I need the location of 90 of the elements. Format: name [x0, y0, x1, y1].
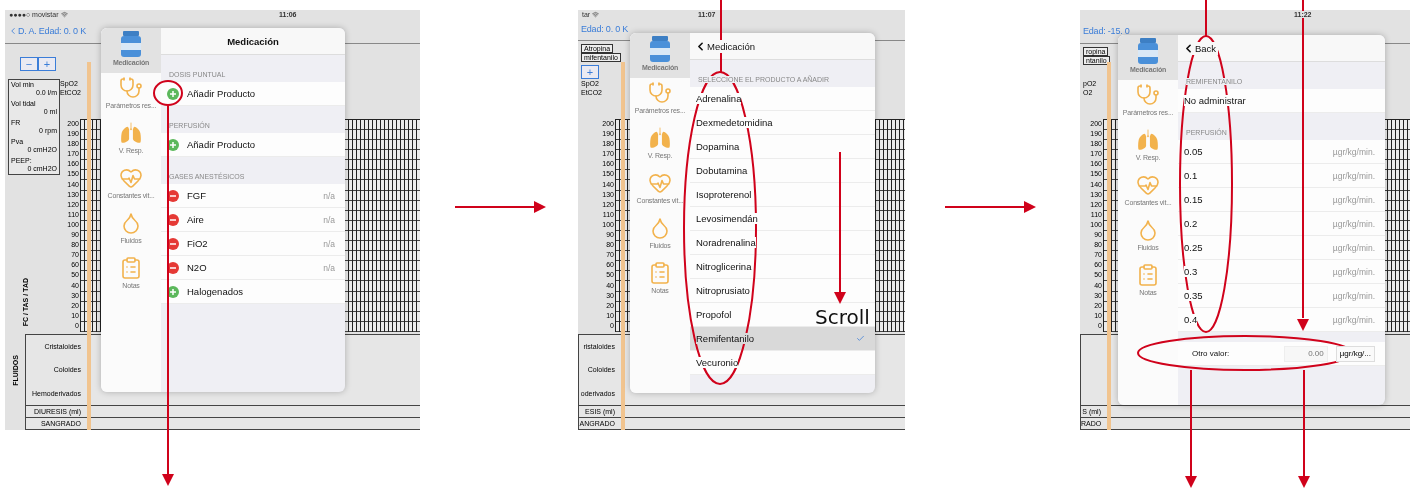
row-label: 0.05 [1184, 146, 1203, 157]
annotation-circle [153, 80, 183, 106]
row-label: Vecuronio [696, 357, 739, 368]
list-row[interactable]: 0.25 µgr/kg/min. [1178, 236, 1385, 260]
list-row[interactable]: Dopamina [690, 135, 875, 159]
unit-button[interactable]: µgr/kg/... [1335, 345, 1375, 362]
heart-pulse-icon [648, 171, 672, 195]
list-row[interactable]: 0.2 µgr/kg/min. [1178, 212, 1385, 236]
row-label: Propofol [696, 309, 732, 320]
row-value: n/a [323, 214, 335, 225]
row-label: Dexmedetomidina [696, 117, 773, 128]
annotation-line [1205, 0, 1207, 37]
list-row[interactable]: Adrenalina [690, 87, 875, 111]
stethoscope-icon [648, 81, 672, 105]
heart-pulse-icon [119, 166, 143, 190]
row-label: Isoproterenol [696, 189, 752, 200]
unit-label: µgr/kg/min. [1332, 314, 1375, 325]
clipboard-icon [1136, 263, 1160, 287]
list-row[interactable]: 0.1 µgr/kg/min. [1178, 164, 1385, 188]
unit-label: µgr/kg/min. [1332, 194, 1375, 205]
row-label: Dobutamina [696, 165, 748, 176]
unit-label: µgr/kg/min. [1332, 170, 1375, 181]
row-label: Aire [187, 214, 204, 225]
list-row[interactable]: Vecuronio [690, 351, 875, 375]
row-label: Levosimendán [696, 213, 758, 224]
stethoscope-icon [119, 76, 143, 100]
row-label: 0.15 [1184, 194, 1203, 205]
row-label: 0.4 [1184, 314, 1198, 325]
row-label: Noradrenalina [696, 237, 756, 248]
row-label: Añadir Producto [187, 88, 256, 99]
row-value: n/a [323, 238, 335, 249]
list-row[interactable]: Noradrenalina [690, 231, 875, 255]
wifi-icon [592, 10, 600, 18]
clipboard-icon [648, 261, 672, 285]
list-row[interactable]: 0.4 µgr/kg/min. [1178, 308, 1385, 332]
list-row[interactable]: Halogenados [161, 280, 345, 304]
unit-label: µgr/kg/min. [1332, 290, 1375, 301]
row-label: 0.25 [1184, 242, 1203, 253]
list-row[interactable]: Añadir Producto [161, 82, 345, 106]
list-row[interactable]: Dobutamina [690, 159, 875, 183]
row-label: Nitroglicerina [696, 261, 752, 272]
unit-label: µgr/kg/min. [1332, 266, 1375, 277]
list-row[interactable]: FGF n/a [161, 184, 345, 208]
input-field[interactable]: 0.00 [1283, 345, 1328, 362]
list-row[interactable]: 0.05 µgr/kg/min. [1178, 140, 1385, 164]
popover-title: Medicación [227, 35, 279, 47]
row-label: 0.2 [1184, 218, 1198, 229]
list-row[interactable]: Dexmedetomidina [690, 111, 875, 135]
unit-label: µgr/kg/min. [1332, 242, 1375, 253]
list-row[interactable]: 0.3 µgr/kg/min. [1178, 260, 1385, 284]
zoom-button[interactable]: − [20, 56, 38, 71]
row-label: FiO2 [187, 238, 208, 249]
row-label: No administrar [1184, 95, 1246, 106]
row-label: Añadir Producto [187, 139, 256, 150]
row-value: n/a [323, 262, 335, 273]
medicine-jar-icon [120, 31, 142, 57]
list-row[interactable]: 0.35 µgr/kg/min. [1178, 284, 1385, 308]
heart-pulse-icon [1136, 173, 1160, 197]
medicine-jar-icon [1137, 38, 1159, 64]
wifi-icon [60, 10, 68, 18]
list-row[interactable]: No administrar [1178, 89, 1385, 113]
list-row[interactable]: Nitroprusiato [690, 279, 875, 303]
clipboard-icon [119, 256, 143, 280]
row-label: 0.1 [1184, 170, 1198, 181]
list-row[interactable]: Aire n/a [161, 208, 345, 232]
row-label: Otro valor: [1192, 349, 1230, 358]
stethoscope-icon [1136, 83, 1160, 107]
list-row[interactable]: Remifentanilo [690, 327, 875, 351]
checkmark-icon [856, 334, 865, 343]
annotation-label: Scroll [815, 305, 870, 329]
row-label: Nitroprusiato [696, 285, 750, 296]
row-label: FGF [187, 190, 206, 201]
row-label: Halogenados [187, 286, 243, 297]
row-value: n/a [323, 190, 335, 201]
list-row[interactable]: Levosimendán [690, 207, 875, 231]
unit-label: µgr/kg/min. [1332, 146, 1375, 157]
row-label: Remifentanilo [696, 333, 755, 344]
row-label: Dopamina [696, 141, 740, 152]
row-label: 0.35 [1184, 290, 1203, 301]
list-row[interactable]: Isoproterenol [690, 183, 875, 207]
list-row[interactable]: FiO2 n/a [161, 232, 345, 256]
medicine-jar-icon [649, 36, 671, 62]
list-row[interactable]: Añadir Producto [161, 133, 345, 157]
list-row[interactable]: N2O n/a [161, 256, 345, 280]
row-label: Adrenalina [696, 93, 742, 104]
list-row[interactable]: Nitroglicerina [690, 255, 875, 279]
list-row[interactable]: 0.15 µgr/kg/min. [1178, 188, 1385, 212]
row-label: N2O [187, 262, 207, 273]
unit-label: µgr/kg/min. [1332, 218, 1375, 229]
row-label: 0.3 [1184, 266, 1198, 277]
